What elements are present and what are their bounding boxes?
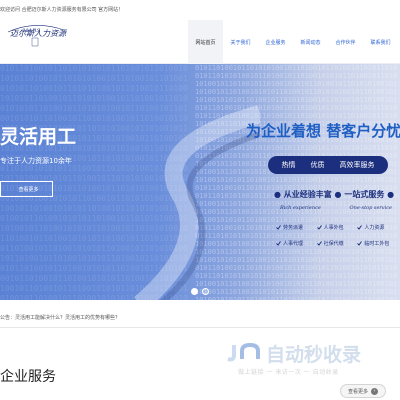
banner-title: 灵活用工 <box>0 126 77 148</box>
section-title: 企业服务 <box>0 369 56 385</box>
top-strip: 欢迎访问 合肥迈尔斯人力资源服务有限公司 官方网站！ <box>0 0 400 20</box>
nav-contact[interactable]: 联系我们 <box>363 20 398 64</box>
carousel-dots <box>191 288 209 295</box>
check-icon <box>276 241 281 246</box>
service-item: 社保代缴 <box>316 240 356 247</box>
announcement-bar: 公告：灵活用工能解决什么？灵活用工的优势有哪些？ <box>0 306 400 328</box>
nav-home[interactable]: 网站首页 <box>188 20 223 64</box>
section-more-button[interactable]: 查看更多 › <box>340 384 386 398</box>
watermark-logo-icon <box>227 342 260 362</box>
service-list: 劳务派遣 人事外包 人力资源 人事代理 社保代缴 临时工外包 <box>276 224 396 247</box>
nav-about[interactable]: 关于我们 <box>223 20 258 64</box>
check-icon <box>357 225 363 230</box>
banner-slogan: 为企业着想 替客户分忧 <box>246 122 400 140</box>
service-item: 人事代理 <box>276 240 315 247</box>
carousel-dot[interactable] <box>191 288 198 295</box>
service-item: 临时工外包 <box>357 240 396 247</box>
banner-subtitle: 专注于人力资源10余年 <box>0 157 72 165</box>
pill-item: 高效率服务 <box>339 161 375 169</box>
spiral-staircase-graphic <box>134 105 260 300</box>
banner-more-button[interactable]: 查看更多 <box>0 181 53 197</box>
check-icon <box>316 225 322 230</box>
arrow-right-icon: › <box>371 387 378 395</box>
check-icon <box>276 225 281 230</box>
service-item: 人事外包 <box>316 224 356 231</box>
watermark-subtext: 做上链接 一 来访一次 一 自动收录 <box>238 369 339 376</box>
nav-services[interactable]: 企业服务 <box>258 20 293 64</box>
nav-news[interactable]: 新闻动态 <box>293 20 328 64</box>
carousel-dot[interactable] <box>202 288 209 295</box>
nav-partners[interactable]: 合作伙伴 <box>328 20 363 64</box>
main-nav: 网站首页 关于我们 企业服务 新闻动态 合作伙伴 联系我们 <box>188 20 398 64</box>
logo-brand-text: MARS <box>23 28 41 34</box>
tagline-en-item: One-stop service <box>349 205 392 211</box>
section-more-label: 查看更多 <box>347 388 368 395</box>
watermark: 自动秒收录 做上链接 一 来访一次 一 自动收录 <box>226 339 386 383</box>
check-icon <box>316 241 322 246</box>
service-item: 劳务派遣 <box>276 224 315 231</box>
banner-tagline: ● 从业经验丰富 ● 一站式服务 ● <box>274 189 395 199</box>
check-icon <box>357 241 363 246</box>
hero-banner: 0101101001011010101001011010010110100101… <box>0 64 400 300</box>
tagline-en-item: Rich experience <box>280 205 321 211</box>
banner-tagline-en: Rich experience One-stop service <box>280 205 392 211</box>
pill-item: 优质 <box>310 161 325 169</box>
watermark-text: 自动秒收录 <box>266 344 362 366</box>
welcome-text: 欢迎访问 合肥迈尔斯人力资源服务有限公司 官方网站！ <box>0 7 124 13</box>
pill-item: 热情 <box>281 161 296 169</box>
slogan-pill: 热情 优质 高效率服务 <box>268 156 388 174</box>
service-item: 人力资源 <box>357 224 396 231</box>
announcement-text[interactable]: 公告：灵活用工能解决什么？灵活用工的优势有哪些？ <box>0 314 120 321</box>
